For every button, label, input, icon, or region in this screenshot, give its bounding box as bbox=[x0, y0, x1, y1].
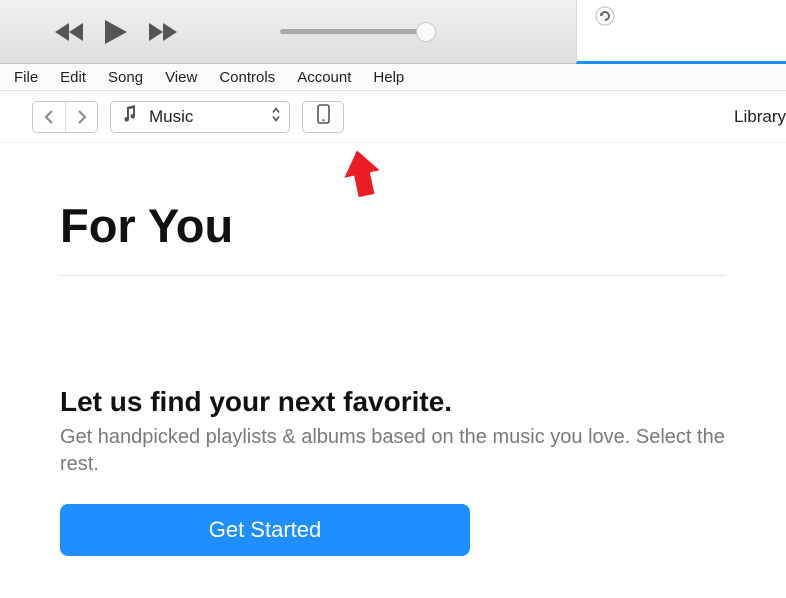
media-selector-label: Music bbox=[149, 107, 193, 127]
menu-help[interactable]: Help bbox=[373, 69, 404, 86]
forward-button[interactable] bbox=[65, 102, 97, 132]
menu-bar: File Edit Song View Controls Account Hel… bbox=[0, 64, 786, 91]
menu-account[interactable]: Account bbox=[297, 69, 351, 86]
phone-icon bbox=[317, 104, 330, 129]
player-bar bbox=[0, 0, 786, 64]
content: For You Let us find your next favorite. … bbox=[0, 143, 786, 556]
sync-panel bbox=[576, 0, 786, 64]
menu-edit[interactable]: Edit bbox=[60, 69, 86, 86]
sync-icon[interactable] bbox=[595, 6, 615, 31]
back-button[interactable] bbox=[33, 102, 65, 132]
previous-icon[interactable] bbox=[55, 21, 85, 43]
device-button[interactable] bbox=[302, 101, 344, 133]
next-icon[interactable] bbox=[147, 21, 177, 43]
toolbar: Music Library bbox=[0, 91, 786, 143]
promo-block: Let us find your next favorite. Get hand… bbox=[60, 386, 726, 556]
promo-heading: Let us find your next favorite. bbox=[60, 386, 726, 418]
playback-controls bbox=[55, 18, 177, 46]
menu-controls[interactable]: Controls bbox=[219, 69, 275, 86]
slider-thumb[interactable] bbox=[416, 22, 436, 42]
slider-track bbox=[280, 29, 420, 34]
library-tab[interactable]: Library bbox=[734, 107, 786, 127]
get-started-button[interactable]: Get Started bbox=[60, 504, 470, 556]
chevron-updown-icon bbox=[271, 106, 281, 127]
menu-view[interactable]: View bbox=[165, 69, 197, 86]
music-note-icon bbox=[121, 105, 137, 128]
page-title: For You bbox=[60, 198, 726, 276]
media-selector[interactable]: Music bbox=[110, 101, 290, 133]
volume-slider[interactable] bbox=[280, 22, 440, 42]
promo-body: Get handpicked playlists & albums based … bbox=[60, 424, 726, 478]
menu-song[interactable]: Song bbox=[108, 69, 143, 86]
play-icon[interactable] bbox=[103, 18, 129, 46]
menu-file[interactable]: File bbox=[14, 69, 38, 86]
nav-buttons bbox=[32, 101, 98, 133]
